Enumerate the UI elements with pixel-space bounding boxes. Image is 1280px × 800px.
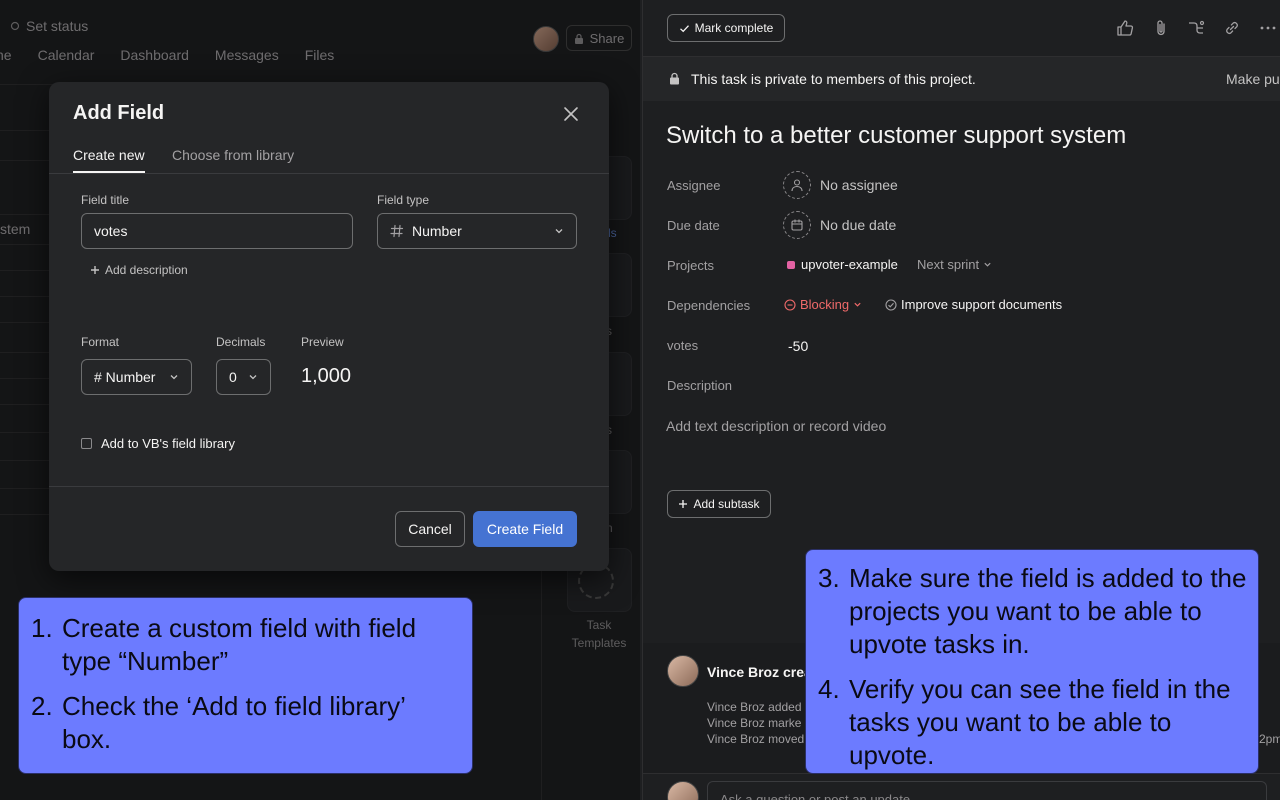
decimals-select[interactable]: 0	[216, 359, 271, 395]
divider	[49, 486, 609, 487]
comment-input[interactable]: Ask a question or post an update...	[707, 781, 1267, 800]
field-type-value: Number	[412, 223, 462, 239]
step-number: 3.	[818, 563, 840, 593]
activity-author: Vince Broz crea	[707, 664, 812, 680]
blocking-label: Blocking	[800, 297, 850, 312]
activity-timestamp: 2pm	[1259, 732, 1280, 746]
mark-complete-label: Mark complete	[694, 21, 774, 35]
avatar[interactable]	[667, 655, 699, 687]
preview-value: 1,000	[301, 365, 352, 387]
dependency-task[interactable]: Improve support documents	[885, 297, 1062, 312]
task-title[interactable]: Switch to a better customer support syst…	[666, 122, 1126, 150]
field-title-value: votes	[94, 223, 128, 239]
chevron-down-icon	[983, 260, 992, 269]
plus-icon	[678, 499, 688, 509]
step-number: 2.	[31, 691, 53, 721]
plus-icon	[90, 265, 100, 275]
votes-value[interactable]: -50	[788, 338, 808, 354]
format-select[interactable]: # Number	[81, 359, 192, 395]
field-type-label: Field type	[377, 193, 430, 207]
decimals-value: 0	[229, 369, 237, 385]
check-icon	[679, 23, 690, 34]
instruction-step: 4. Verify you can see the field in the t…	[806, 673, 1248, 772]
add-subtask-label: Add subtask	[693, 497, 760, 511]
assignee-avatar-placeholder[interactable]	[783, 171, 811, 199]
assignee-label: Assignee	[667, 178, 721, 193]
create-field-button[interactable]: Create Field	[473, 511, 577, 547]
modal-title: Add Field	[73, 102, 165, 124]
calendar-icon[interactable]	[783, 211, 811, 239]
field-library-option: Add to VB's field library	[81, 436, 235, 451]
tab-create-new[interactable]: Create new	[73, 147, 145, 173]
instruction-step: 2. Check the ‘Add to field library’ box.	[19, 690, 460, 756]
add-description-button[interactable]: Add description	[90, 263, 188, 277]
dependency-task-name: Improve support documents	[901, 297, 1063, 312]
close-icon[interactable]	[561, 104, 581, 124]
instruction-callout-left: 1. Create a custom field with field type…	[18, 597, 473, 774]
field-title-input[interactable]: votes	[81, 213, 353, 249]
privacy-notice: This task is private to members of this …	[691, 71, 976, 87]
description-label: Description	[667, 378, 733, 393]
add-field-modal: Add Field Create new Choose from library…	[49, 82, 609, 571]
blocking-icon	[784, 298, 796, 311]
add-description-label: Add description	[105, 263, 188, 277]
activity-item: Vince Broz moved	[707, 732, 805, 746]
chevron-down-icon	[169, 372, 179, 382]
due-date-label: Due date	[667, 218, 720, 233]
section-select[interactable]: Next sprint	[917, 257, 992, 272]
description-input[interactable]: Add text description or record video	[666, 418, 886, 434]
votes-label: votes	[667, 338, 699, 353]
link-icon[interactable]	[1223, 19, 1241, 37]
step-text: Create a custom field with field type “N…	[62, 613, 417, 676]
field-type-select[interactable]: Number	[377, 213, 577, 249]
activity-item: Vince Broz marke	[707, 716, 802, 730]
make-public-link[interactable]: Make pu	[1226, 71, 1280, 87]
section-name: Next sprint	[917, 257, 980, 272]
field-library-checkbox[interactable]	[81, 438, 92, 449]
lock-icon	[669, 72, 680, 85]
attachment-icon[interactable]	[1152, 19, 1170, 37]
instruction-step: 3. Make sure the field is added to the p…	[806, 562, 1248, 661]
step-text: Check the ‘Add to field library’ box.	[62, 691, 405, 754]
step-text: Make sure the field is added to the proj…	[849, 563, 1247, 659]
due-date-value[interactable]: No due date	[820, 217, 896, 233]
format-value: # Number	[94, 369, 156, 385]
project-name[interactable]: upvoter-example	[801, 257, 898, 272]
subtask-icon[interactable]	[1187, 19, 1205, 37]
blocking-select[interactable]: Blocking	[784, 297, 862, 312]
field-title-label: Field title	[81, 193, 130, 207]
hash-icon	[390, 224, 404, 238]
avatar	[667, 781, 699, 800]
divider	[49, 173, 609, 174]
chevron-down-icon	[248, 372, 258, 382]
cancel-button[interactable]: Cancel	[395, 511, 465, 547]
add-subtask-button[interactable]: Add subtask	[667, 490, 771, 518]
preview-label: Preview	[301, 335, 344, 349]
thumbs-up-icon[interactable]	[1116, 19, 1134, 37]
projects-label: Projects	[667, 258, 714, 273]
mark-complete-button[interactable]: Mark complete	[667, 14, 785, 42]
step-number: 1.	[31, 613, 53, 643]
field-library-label: Add to VB's field library	[101, 436, 235, 451]
decimals-label: Decimals	[216, 335, 266, 349]
chevron-down-icon	[554, 226, 564, 236]
project-color-dot	[787, 261, 795, 269]
assignee-value[interactable]: No assignee	[820, 177, 898, 193]
instruction-callout-right: 3. Make sure the field is added to the p…	[805, 549, 1259, 774]
step-number: 4.	[818, 674, 840, 704]
tab-choose-from-library[interactable]: Choose from library	[172, 147, 294, 171]
check-circle-icon	[885, 298, 897, 311]
step-text: Verify you can see the field in the task…	[849, 674, 1231, 770]
activity-item: Vince Broz added	[707, 700, 802, 714]
dependencies-label: Dependencies	[667, 298, 751, 313]
instruction-step: 1. Create a custom field with field type…	[19, 612, 460, 678]
more-icon[interactable]	[1259, 19, 1277, 37]
format-label: Format	[81, 335, 120, 349]
chevron-down-icon	[853, 300, 862, 309]
